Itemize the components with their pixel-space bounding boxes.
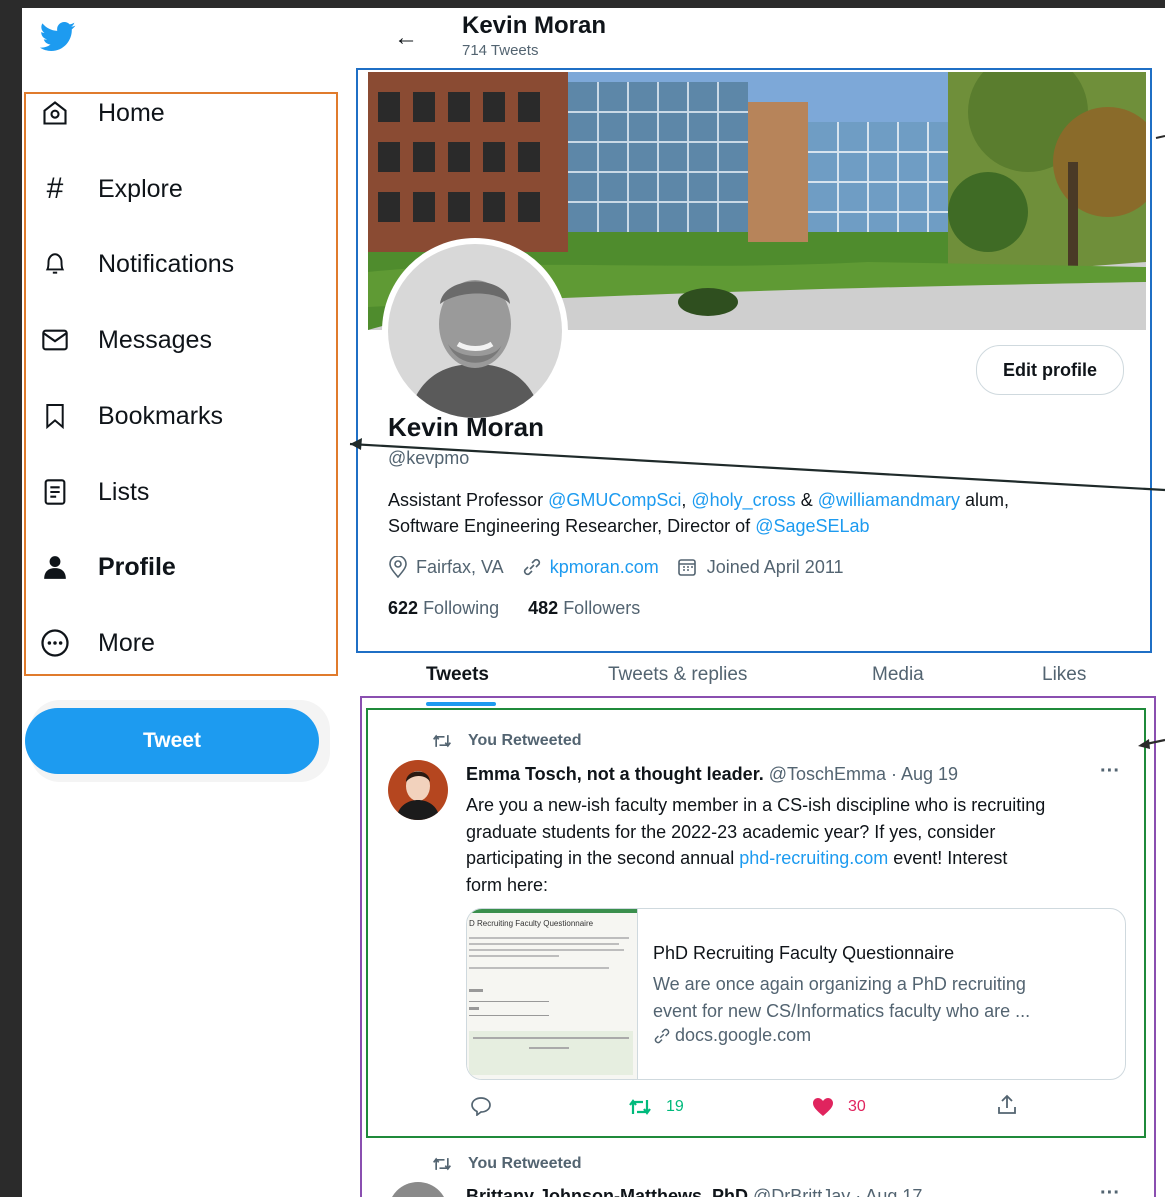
tab-media[interactable]: Media (872, 664, 924, 686)
retweet-indicator: You Retweeted (432, 1155, 582, 1173)
tab-tweets-replies[interactable]: Tweets & replies (608, 664, 747, 686)
tab-tweets[interactable]: Tweets (426, 664, 489, 686)
tweet-author-name[interactable]: Brittany Johnson-Matthews, PhD (466, 1186, 748, 1197)
retweet-label: You Retweeted (468, 1155, 582, 1172)
tweet-annotation-box (366, 708, 1146, 1138)
back-arrow-icon[interactable]: ← (394, 24, 418, 52)
nav-annotation-box (24, 92, 338, 676)
header-title: Kevin Moran (462, 12, 607, 39)
tweet-button[interactable]: Tweet (25, 708, 319, 774)
tab-likes[interactable]: Likes (1042, 664, 1086, 686)
retweet-small-icon (432, 1156, 452, 1172)
twitter-logo-icon[interactable] (40, 22, 76, 52)
tweet-header: Brittany Johnson-Matthews, PhD @DrBrittJ… (466, 1186, 922, 1197)
profile-annotation-box (356, 68, 1152, 653)
twitter-window: Home # Explore Notifications Messages Bo… (22, 8, 1165, 1197)
header-tweet-count: 714 Tweets (462, 42, 539, 59)
tweet-more-icon[interactable]: ··· (1100, 1182, 1120, 1197)
tweet-meta: @DrBrittJay · Aug 17 (753, 1186, 923, 1197)
